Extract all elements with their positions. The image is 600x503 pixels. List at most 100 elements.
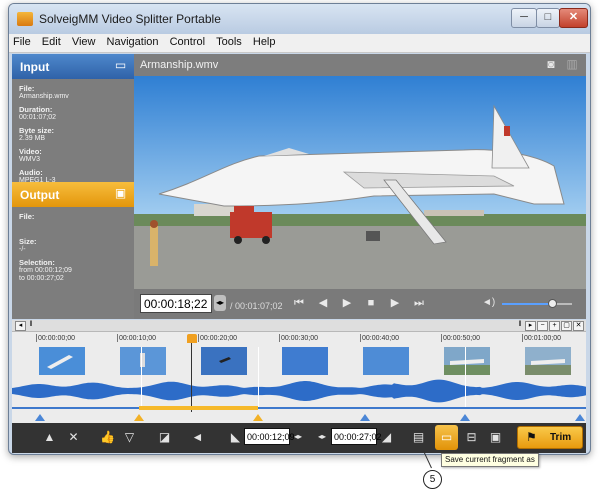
menu-navigation[interactable]: Navigation — [103, 34, 163, 50]
scroll-thumb-icon[interactable]: ‖ — [28, 321, 34, 329]
next-marker-icon[interactable]: ⏭ — [412, 296, 426, 310]
scroll-end-icon[interactable]: ‖ — [517, 321, 523, 329]
volume-icon[interactable]: ◄) — [482, 297, 495, 308]
edit-icon[interactable]: ◪ — [157, 430, 172, 445]
set-end-icon[interactable]: ◢ — [379, 430, 394, 445]
close-button[interactable]: ✕ — [559, 8, 588, 28]
info-panel: Input ▭ File: Armanship.wmv Duration: 00… — [12, 54, 134, 319]
zoom-out-icon[interactable]: − — [537, 321, 548, 331]
start-time-spin-icon[interactable]: ◂▸ — [292, 430, 304, 443]
input-bytesize-label: Byte size: — [19, 126, 55, 135]
thumbnail-frame — [444, 347, 490, 375]
volume-fill — [502, 303, 553, 305]
current-time-field[interactable]: 00:00:18;22 — [140, 294, 212, 313]
marker-handle[interactable] — [575, 414, 585, 421]
trash-icon[interactable]: ▥ — [564, 57, 580, 72]
step-back-icon[interactable]: ◀ — [316, 296, 330, 310]
input-label: Input — [20, 60, 50, 74]
volume-slider[interactable] — [502, 299, 572, 308]
output-file-label: File: — [19, 212, 35, 221]
thumbs-up-icon[interactable]: 👍 — [100, 430, 115, 445]
marker-handle[interactable] — [460, 414, 470, 421]
fragment-marker[interactable] — [258, 347, 259, 409]
save-fragment-button[interactable]: ▭ — [435, 425, 458, 450]
timeline-scrollbar[interactable]: ◂ ‖ ‖ ▸ − + ▢ ✕ — [12, 320, 586, 332]
input-bytesize-value: 2.39 MB — [19, 135, 46, 142]
save-split-icon[interactable]: ⊟ — [464, 430, 479, 445]
mute-icon[interactable]: ◄ — [190, 430, 205, 445]
zoom-in-icon[interactable]: + — [549, 321, 560, 331]
batch-icon[interactable]: ▣ — [488, 430, 503, 445]
camera-icon[interactable]: ◙ — [543, 57, 559, 72]
comment-icon[interactable]: ▽ — [122, 430, 137, 445]
flag-icon: ⚑ — [526, 430, 537, 444]
input-file-label: File: — [19, 84, 35, 93]
play-cursor — [191, 340, 192, 412]
time-spin-icon[interactable]: ◂▸ — [214, 295, 226, 311]
app-window: SolveigMM Video Splitter Portable ─ □ ✕ … — [8, 3, 591, 455]
selection-range[interactable] — [139, 406, 258, 410]
output-selection-to: to 00:00:27;02 — [19, 275, 64, 282]
input-video-value: WMV3 — [19, 156, 40, 163]
add-marker-icon[interactable]: ▲ — [42, 430, 57, 445]
ruler-tick — [117, 334, 118, 342]
volume-knob[interactable] — [548, 299, 558, 308]
delete-marker-icon[interactable]: ✕ — [66, 430, 81, 445]
fragment-marker[interactable] — [465, 347, 466, 409]
save-disk-icon[interactable]: ▣ — [113, 186, 128, 201]
video-image — [134, 76, 586, 289]
output-size-label: Size: — [19, 237, 37, 246]
minimize-button[interactable]: ─ — [511, 8, 537, 28]
menu-control[interactable]: Control — [166, 34, 209, 50]
maximize-button[interactable]: □ — [536, 8, 560, 28]
previous-marker-icon[interactable]: ⏮ — [292, 296, 306, 310]
ruler-label: 00:01:00;00 — [524, 335, 561, 342]
marker-handle[interactable] — [35, 414, 45, 421]
playhead-handle[interactable] — [187, 334, 197, 343]
menu-help[interactable]: Help — [249, 34, 280, 50]
start-time-field[interactable]: 00:00:12;09 — [244, 428, 295, 445]
menu-edit[interactable]: Edit — [38, 34, 65, 50]
menu-tools[interactable]: Tools — [212, 34, 246, 50]
fragment-marker[interactable] — [141, 347, 142, 409]
set-start-icon[interactable]: ◣ — [228, 430, 243, 445]
stop-icon[interactable]: ■ — [364, 296, 378, 310]
ruler-label: 00:00:50;00 — [443, 335, 480, 342]
scroll-left-icon[interactable]: ◂ — [15, 321, 26, 331]
end-time-spin-icon[interactable]: ◂▸ — [316, 430, 328, 443]
trim-button[interactable]: ⚑ Trim — [517, 426, 583, 449]
zoom-all-icon[interactable]: ✕ — [573, 321, 584, 331]
zoom-fit-icon[interactable]: ▢ — [561, 321, 572, 331]
thumbnail-frame — [363, 347, 409, 375]
ruler-label: 00:00:40;00 — [362, 335, 399, 342]
video-filename: Armanship.wmv — [140, 59, 219, 71]
output-size-value: -/- — [19, 246, 26, 253]
playback-bar: 00:00:18;22 ◂▸ / 00:01:07;02 ⏮ ◀ ▶ ■ ▶ ⏭… — [134, 289, 586, 319]
selection-start-handle[interactable] — [134, 414, 144, 421]
audio-waveform[interactable] — [12, 378, 586, 404]
menu-bar: File Edit View Navigation Control Tools … — [9, 34, 590, 53]
ruler-tick — [279, 334, 280, 342]
input-duration-value: 00:01:07;02 — [19, 114, 56, 121]
scroll-right-icon[interactable]: ▸ — [525, 321, 536, 331]
ruler-tick — [198, 334, 199, 342]
callout-number: 5 — [423, 470, 442, 489]
thumbnail-frame — [120, 347, 166, 375]
save-tooltip: Save current fragment as — [441, 453, 539, 467]
marker-handle[interactable] — [360, 414, 370, 421]
filmstrip-icon[interactable]: ▤ — [411, 430, 426, 445]
duration-label: / 00:01:07;02 — [230, 301, 283, 311]
menu-file[interactable]: File — [9, 34, 35, 50]
input-duration-label: Duration: — [19, 105, 53, 114]
bottom-toolbar: ▲ ✕ 👍 ▽ ◪ ◄ ◣ 00:00:12;09 ◂▸ ◂▸ 00:00:27… — [12, 423, 586, 453]
step-forward-icon[interactable]: ▶ — [388, 296, 402, 310]
timeline: ◂ ‖ ‖ ▸ − + ▢ ✕ 00:00:00;00 00:00:10;00 … — [12, 320, 586, 423]
open-folder-icon[interactable]: ▭ — [113, 58, 128, 73]
end-time-field[interactable]: 00:00:27;02 — [331, 428, 382, 445]
selection-end-handle[interactable] — [253, 414, 263, 421]
input-header: Input ▭ — [12, 54, 134, 79]
play-icon[interactable]: ▶ — [340, 296, 354, 310]
ruler-label: 00:00:00;00 — [38, 335, 75, 342]
video-frame[interactable] — [134, 76, 586, 289]
menu-view[interactable]: View — [68, 34, 100, 50]
